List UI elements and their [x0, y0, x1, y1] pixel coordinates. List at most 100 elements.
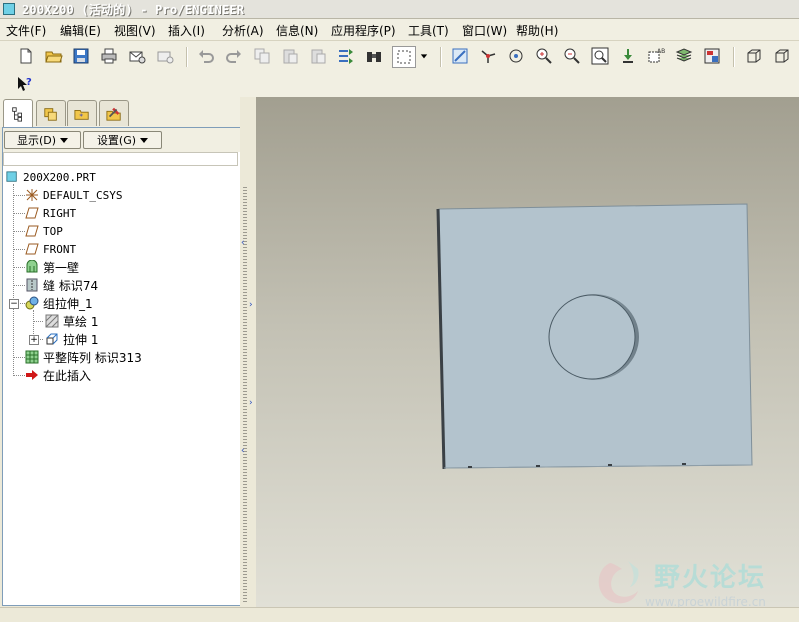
show-dropdown-button[interactable]: 显示(D) — [4, 131, 81, 149]
open-folder-icon[interactable] — [44, 46, 64, 66]
menu-info[interactable]: 信息(N) — [276, 22, 318, 39]
tab-model-tree[interactable] — [3, 99, 33, 127]
tree-item-first-wall[interactable]: 第一壁 — [25, 258, 79, 276]
tree-item-extrude[interactable]: 拉伸 1 — [45, 330, 98, 348]
tree-root[interactable]: 200X200.PRT — [5, 168, 96, 186]
settings-dropdown-button[interactable]: 设置(G) — [83, 131, 162, 149]
rip-icon — [25, 278, 39, 292]
selection-box-icon[interactable] — [392, 46, 416, 68]
send-link-icon[interactable] — [155, 46, 175, 66]
datum-plane-icon — [25, 242, 39, 256]
expand-toggle[interactable]: + — [29, 335, 39, 345]
svg-text:*: * — [79, 111, 83, 120]
chevron-left-icon[interactable]: ‹ — [241, 446, 245, 456]
status-bar — [0, 607, 799, 622]
menu-insert[interactable]: 插入(I) — [168, 22, 205, 39]
datum-plane-icon — [25, 224, 39, 238]
menu-help[interactable]: 帮助(H) — [516, 22, 558, 39]
view-manager-icon[interactable] — [702, 46, 722, 66]
menu-view[interactable]: 视图(V) — [114, 22, 156, 39]
model-tree-panel: 显示(D) 设置(G) − + 200X200.PRT DEFAULT_CSYS… — [2, 127, 241, 606]
copy-icon[interactable] — [252, 46, 272, 66]
paste-icon[interactable] — [280, 46, 300, 66]
saved-views-icon[interactable]: AB — [646, 46, 666, 66]
refit-icon[interactable] — [590, 46, 610, 66]
tree-item-default-csys[interactable]: DEFAULT_CSYS — [25, 186, 122, 204]
tree-item-rip[interactable]: 缝 标识74 — [25, 276, 98, 294]
tree-item-group-extrude[interactable]: 组拉伸_1 — [25, 294, 93, 312]
menu-applications[interactable]: 应用程序(P) — [331, 22, 396, 39]
tree-item-label: 平整阵列 标识313 — [43, 350, 142, 365]
chevron-down-icon — [60, 137, 69, 143]
paste-special-icon[interactable] — [308, 46, 328, 66]
svg-text:AB: AB — [657, 48, 665, 55]
layers-icon[interactable] — [674, 46, 694, 66]
selection-dropdown-chevron-icon[interactable] — [418, 46, 430, 66]
favorites-folder-icon: * — [74, 109, 89, 120]
menu-bar: 文件(F) 编辑(E) 视图(V) 插入(I) 分析(A) 信息(N) 应用程序… — [0, 19, 799, 41]
regenerate-icon[interactable] — [336, 46, 356, 66]
tree-item-label: FRONT — [43, 242, 77, 256]
tree-item-label: 草绘 1 — [63, 314, 99, 329]
menu-tools[interactable]: 工具(T) — [408, 22, 449, 39]
title-bar: 200X200 (活动的) - Pro/ENGINEER — [0, 0, 799, 19]
tree-item-insert-here[interactable]: 在此插入 — [25, 366, 91, 384]
chevron-down-icon — [140, 137, 149, 143]
reorient-icon[interactable] — [618, 46, 638, 66]
secondary-toolbar: ? — [0, 72, 799, 98]
chevron-right-icon[interactable]: › — [249, 398, 253, 408]
menu-file[interactable]: 文件(F) — [6, 22, 46, 39]
tree-item-label: DEFAULT_CSYS — [43, 188, 123, 202]
find-binoculars-icon[interactable] — [364, 46, 384, 66]
flame-logo-icon — [598, 561, 639, 604]
model-tree-icon — [12, 106, 22, 122]
connections-icon — [106, 107, 121, 121]
send-mail-icon[interactable] — [127, 46, 147, 66]
splitter-grip[interactable] — [243, 187, 247, 602]
tree-filter-field[interactable] — [3, 152, 238, 166]
menu-analysis[interactable]: 分析(A) — [222, 22, 264, 39]
orient-mode-icon[interactable] — [506, 46, 526, 66]
flat-pattern-icon — [25, 350, 39, 364]
spin-center-icon[interactable] — [478, 46, 498, 66]
tree-item-label: TOP — [43, 224, 63, 238]
svg-text:?: ? — [26, 77, 32, 88]
save-icon[interactable] — [71, 46, 91, 66]
tree-item-right[interactable]: RIGHT — [25, 204, 76, 222]
tab-favorites[interactable]: * — [67, 100, 97, 126]
chevron-right-icon[interactable]: › — [249, 300, 253, 310]
tree-root-label: 200X200.PRT — [23, 170, 96, 184]
tab-folder-browser[interactable] — [36, 100, 66, 126]
chevron-left-icon[interactable]: ‹ — [241, 238, 245, 248]
new-icon[interactable] — [16, 46, 36, 66]
wireframe-icon[interactable] — [744, 46, 764, 66]
tree-item-top[interactable]: TOP — [25, 222, 63, 240]
tree-item-label: 缝 标识74 — [43, 278, 99, 293]
redo-icon[interactable] — [224, 46, 244, 66]
hidden-line-icon[interactable] — [772, 46, 792, 66]
graphics-viewport[interactable] — [256, 97, 799, 607]
folder-browser-icon — [44, 107, 57, 121]
zoom-out-icon[interactable] — [562, 46, 582, 66]
tree-item-front[interactable]: FRONT — [25, 240, 76, 258]
group-icon — [25, 296, 39, 310]
menu-window[interactable]: 窗口(W) — [462, 22, 507, 39]
part-model[interactable] — [256, 97, 799, 607]
watermark-title: 野火论坛 — [654, 563, 767, 593]
collapse-toggle[interactable]: − — [9, 299, 19, 309]
context-help-icon[interactable]: ? — [15, 74, 35, 94]
repaint-icon[interactable] — [450, 46, 470, 66]
app-icon — [3, 3, 15, 15]
undo-icon[interactable] — [196, 46, 216, 66]
tab-connections[interactable] — [99, 100, 129, 126]
panel-splitter[interactable]: ‹ › › ‹ — [240, 97, 256, 607]
extrude-icon — [45, 332, 59, 346]
tree-item-label: 拉伸 1 — [63, 332, 99, 347]
tree-item-flat-pattern[interactable]: 平整阵列 标识313 — [25, 348, 142, 366]
print-icon[interactable] — [99, 46, 119, 66]
show-dropdown-label: 显示(D) — [16, 134, 57, 147]
zoom-in-icon[interactable] — [534, 46, 554, 66]
menu-edit[interactable]: 编辑(E) — [60, 22, 101, 39]
panel-toolbar: 显示(D) 设置(G) — [3, 128, 240, 152]
tree-item-sketch[interactable]: 草绘 1 — [45, 312, 98, 330]
